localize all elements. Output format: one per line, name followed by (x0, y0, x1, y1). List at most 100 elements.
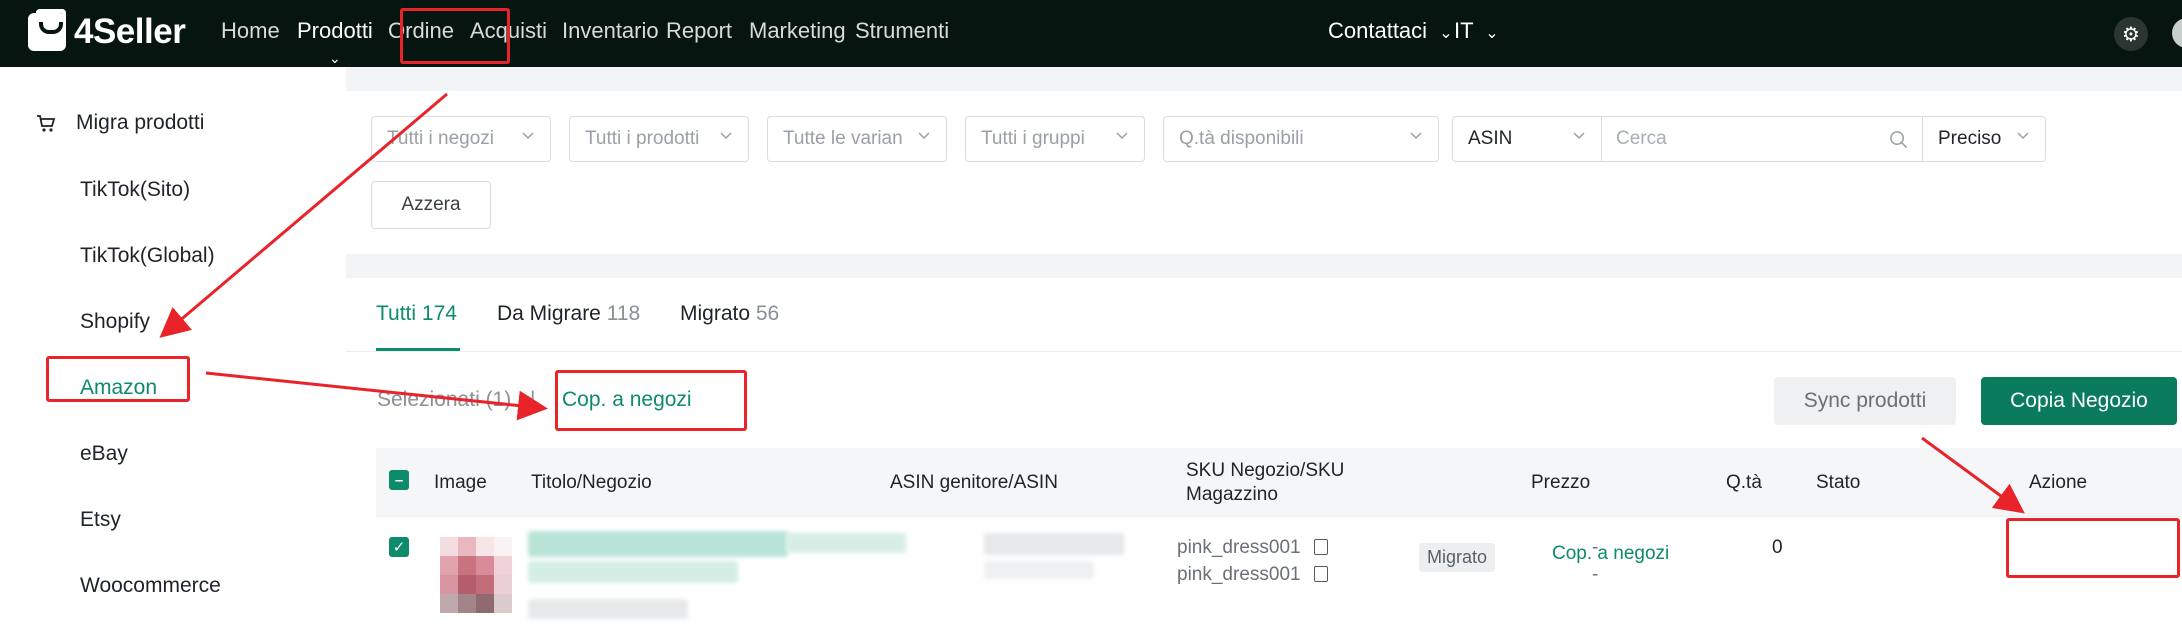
sku-warehouse-value: pink_dress001 (1177, 564, 1301, 585)
asin-redacted (984, 533, 1124, 555)
tab-tutti[interactable]: Tutti 174 (376, 302, 457, 326)
qty-filter-select[interactable]: Q.tà disponibili (1163, 116, 1439, 162)
group-filter-select[interactable]: Tutti i gruppi (965, 116, 1145, 162)
shop-filter-value: Tutti i negozi (387, 128, 495, 149)
sidebar-item-etsy[interactable]: Etsy (80, 508, 121, 532)
sku-warehouse: pink_dress001 (1177, 564, 1328, 588)
sync-products-button[interactable]: Sync prodotti (1774, 377, 1956, 425)
column-sku-line1: SKU Negozio/SKU (1186, 460, 1345, 481)
search-field-select[interactable]: ASIN (1452, 116, 1602, 162)
tab-count: 174 (421, 302, 457, 325)
chevron-down-icon (2017, 132, 2029, 140)
status-badge: Migrato (1419, 543, 1496, 572)
tab-label: Tutti (376, 302, 417, 325)
tab-count: 118 (606, 302, 641, 325)
sidebar-item-ebay[interactable]: eBay (80, 442, 128, 466)
qty-value: 0 (1772, 537, 1783, 558)
sidebar-section-migra-prodotti[interactable]: Migra prodotti (34, 111, 204, 135)
column-image: Image (434, 472, 487, 493)
price-value: - (1592, 564, 1599, 585)
nav-strumenti[interactable]: Strumenti (855, 18, 949, 44)
language-menu[interactable]: IT ⌄ (1454, 18, 1499, 44)
variant-filter-value: Tutte le varian (783, 128, 903, 149)
product-title-redacted (786, 533, 906, 553)
product-filter-select[interactable]: Tutti i prodotti (569, 116, 749, 162)
nav-inventario[interactable]: Inventario (562, 18, 659, 44)
gear-icon[interactable]: ⚙ (2114, 17, 2148, 51)
shop-filter-select[interactable]: Tutti i negozi (371, 116, 551, 162)
sidebar-item-shopify[interactable]: Shopify (80, 310, 150, 334)
search-icon[interactable] (1889, 130, 1908, 149)
contact-label: Contattaci (1328, 18, 1428, 43)
tab-da-migrare[interactable]: Da Migrare 118 (497, 302, 640, 326)
annotation-box-row-copy (2006, 518, 2180, 578)
shopping-bag-icon (28, 9, 66, 51)
row-copy-to-shops-link[interactable]: Cop. a negozi (1552, 543, 1669, 565)
language-label: IT (1454, 18, 1474, 43)
row-checkbox[interactable]: ✓ (389, 537, 409, 557)
shop-name-redacted (528, 599, 688, 619)
chevron-down-icon (1410, 132, 1422, 140)
sidebar-section-label: Migra prodotti (76, 111, 205, 134)
chevron-down-icon: ⌄ (1439, 25, 1453, 42)
product-filter-value: Tutti i prodotti (585, 128, 700, 149)
tab-divider (346, 351, 2182, 352)
nav-prodotti-label: Prodotti (297, 18, 373, 43)
brand-logo[interactable]: 4Seller (28, 9, 186, 52)
annotation-box-bulk-copy (555, 370, 747, 431)
qty-filter-value: Q.tà disponibili (1179, 128, 1304, 149)
match-mode-select[interactable]: Preciso (1922, 116, 2046, 162)
cart-migrate-icon (37, 115, 56, 132)
chevron-down-icon: ⌄ (329, 50, 341, 66)
column-status: Stato (1816, 472, 1861, 493)
sidebar: Migra prodotti TikTok(Sito) TikTok(Globa… (0, 67, 346, 627)
tab-count: 56 (755, 302, 780, 325)
search-field-value: ASIN (1468, 128, 1513, 149)
reset-button[interactable]: Azzera (371, 181, 491, 229)
tab-label: Da Migrare (497, 302, 601, 325)
chevron-down-icon (720, 132, 732, 140)
nav-home[interactable]: Home (221, 18, 280, 44)
table-row[interactable]: ✓ pink_dress001 pink_dress001 - - 0 Migr… (376, 516, 2182, 627)
copy-icon[interactable] (1308, 539, 1328, 561)
copy-icon[interactable] (1308, 566, 1328, 588)
selected-count: Selezionati (1) (377, 388, 512, 411)
toolbar-separator: | (530, 388, 536, 411)
table-header: – Image Titolo/Negozio ASIN genitore/ASI… (376, 448, 2182, 516)
sidebar-item-tiktok-sito[interactable]: TikTok(Sito) (80, 178, 190, 202)
copy-shop-button[interactable]: Copia Negozio (1981, 377, 2177, 425)
product-list-panel: Tutti 174 Da Migrare 118 Migrato 56 Sele… (346, 278, 2182, 627)
chevron-down-icon (1573, 132, 1585, 140)
brand-name: 4Seller (74, 12, 186, 51)
top-navigation: 4Seller Home Prodotti ⌄ Ordine Acquisti … (0, 0, 2182, 67)
nav-marketing[interactable]: Marketing (749, 18, 846, 44)
column-asin: ASIN genitore/ASIN (890, 472, 1058, 493)
sidebar-item-woocommerce[interactable]: Woocommerce (80, 574, 221, 598)
tab-migrato[interactable]: Migrato 56 (680, 302, 779, 326)
nav-prodotti[interactable]: Prodotti ⌄ (297, 18, 373, 66)
select-all-checkbox[interactable]: – (389, 470, 409, 490)
chevron-down-icon (1116, 132, 1128, 140)
avatar[interactable] (2172, 18, 2182, 48)
contact-menu[interactable]: Contattaci ⌄ (1328, 18, 1453, 44)
column-title: Titolo/Negozio (531, 472, 652, 493)
column-sku-line2: Magazzino (1186, 484, 1278, 505)
filter-panel: Tutti i negozi Tutti i prodotti Tutte le… (346, 91, 2182, 254)
asin-redacted (984, 561, 1094, 579)
sidebar-item-tiktok-global[interactable]: TikTok(Global) (80, 244, 215, 268)
product-title-redacted (528, 561, 738, 583)
group-filter-value: Tutti i gruppi (981, 128, 1085, 149)
variant-filter-select[interactable]: Tutte le varian (767, 116, 947, 162)
search-input[interactable]: Cerca (1601, 116, 1923, 162)
chevron-down-icon (918, 132, 930, 140)
column-qty: Q.tà (1726, 472, 1762, 493)
column-price: Prezzo (1531, 472, 1591, 493)
tab-label: Migrato (680, 302, 751, 325)
chevron-down-icon (522, 132, 534, 140)
search-placeholder: Cerca (1616, 128, 1667, 149)
product-title-redacted[interactable] (528, 531, 788, 557)
sku-shop: pink_dress001 (1177, 537, 1328, 561)
nav-report[interactable]: Report (666, 18, 732, 44)
product-thumbnail[interactable] (440, 537, 512, 613)
match-mode-value: Preciso (1938, 128, 2002, 149)
